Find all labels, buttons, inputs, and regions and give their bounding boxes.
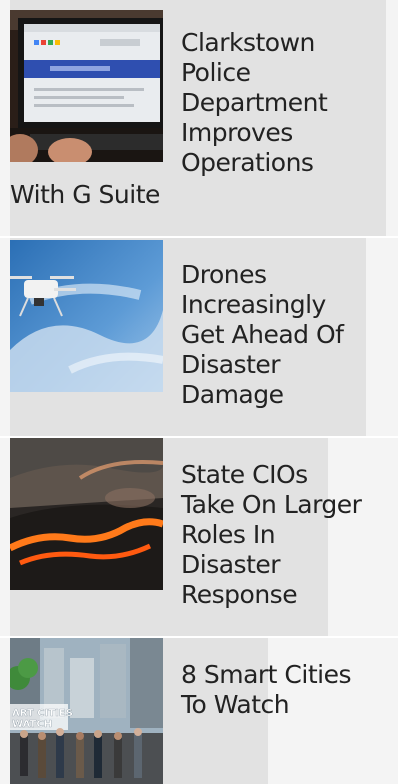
article-title-2[interactable]: Drones Increasingly Get Ahead Of Disaste… <box>181 260 386 410</box>
overlay-text: WATCH <box>12 719 52 730</box>
article-card-2[interactable]: Drones Increasingly Get Ahead Of Disaste… <box>0 238 398 436</box>
headline-line: To Watch <box>181 690 290 719</box>
article-card-4[interactable]: ART CITIES WATCH 8 Smart Cities To Watch <box>0 638 398 784</box>
article-thumbnail-1[interactable] <box>10 10 163 162</box>
headline-line: Department <box>181 88 328 117</box>
article-card-3[interactable]: State CIOs Take On Larger Roles In Disas… <box>0 438 398 636</box>
headline-line: Damage <box>181 380 284 409</box>
headline-line: Response <box>181 580 298 609</box>
headline-line: Operations <box>181 148 314 177</box>
headline-line: State CIOs <box>181 460 308 489</box>
headline-line: Get Ahead Of <box>181 320 344 349</box>
headline-line: Increasingly <box>181 290 326 319</box>
city-street-icon: ART CITIES WATCH <box>10 638 163 784</box>
headline-line: Roles In <box>181 520 276 549</box>
article-title-1[interactable]: Clarkstown Police Department Improves Op… <box>181 28 386 178</box>
headline-line: Take On Larger <box>181 490 362 519</box>
lava-flow-icon <box>10 438 163 590</box>
headline-line: With G Suite <box>10 180 160 209</box>
headline-line: Police <box>181 58 251 87</box>
drone-icon <box>10 240 163 392</box>
article-thumbnail-4[interactable]: ART CITIES WATCH <box>10 638 163 784</box>
overlay-text: ART CITIES <box>12 708 73 719</box>
article-title-4[interactable]: 8 Smart Cities To Watch <box>181 660 386 720</box>
headline-line: 8 Smart Cities <box>181 660 351 689</box>
headline-line: Disaster <box>181 350 281 379</box>
article-feed: Clarkstown Police Department Improves Op… <box>0 0 398 784</box>
headline-line: Drones <box>181 260 267 289</box>
headline-line: Clarkstown <box>181 28 315 57</box>
article-card-1[interactable]: Clarkstown Police Department Improves Op… <box>0 0 398 236</box>
headline-line: Improves <box>181 118 293 147</box>
computer-monitor-icon <box>10 10 163 162</box>
article-thumbnail-2[interactable] <box>10 240 163 392</box>
article-thumbnail-3[interactable] <box>10 438 163 590</box>
headline-line: Disaster <box>181 550 281 579</box>
article-title-3[interactable]: State CIOs Take On Larger Roles In Disas… <box>181 460 386 610</box>
